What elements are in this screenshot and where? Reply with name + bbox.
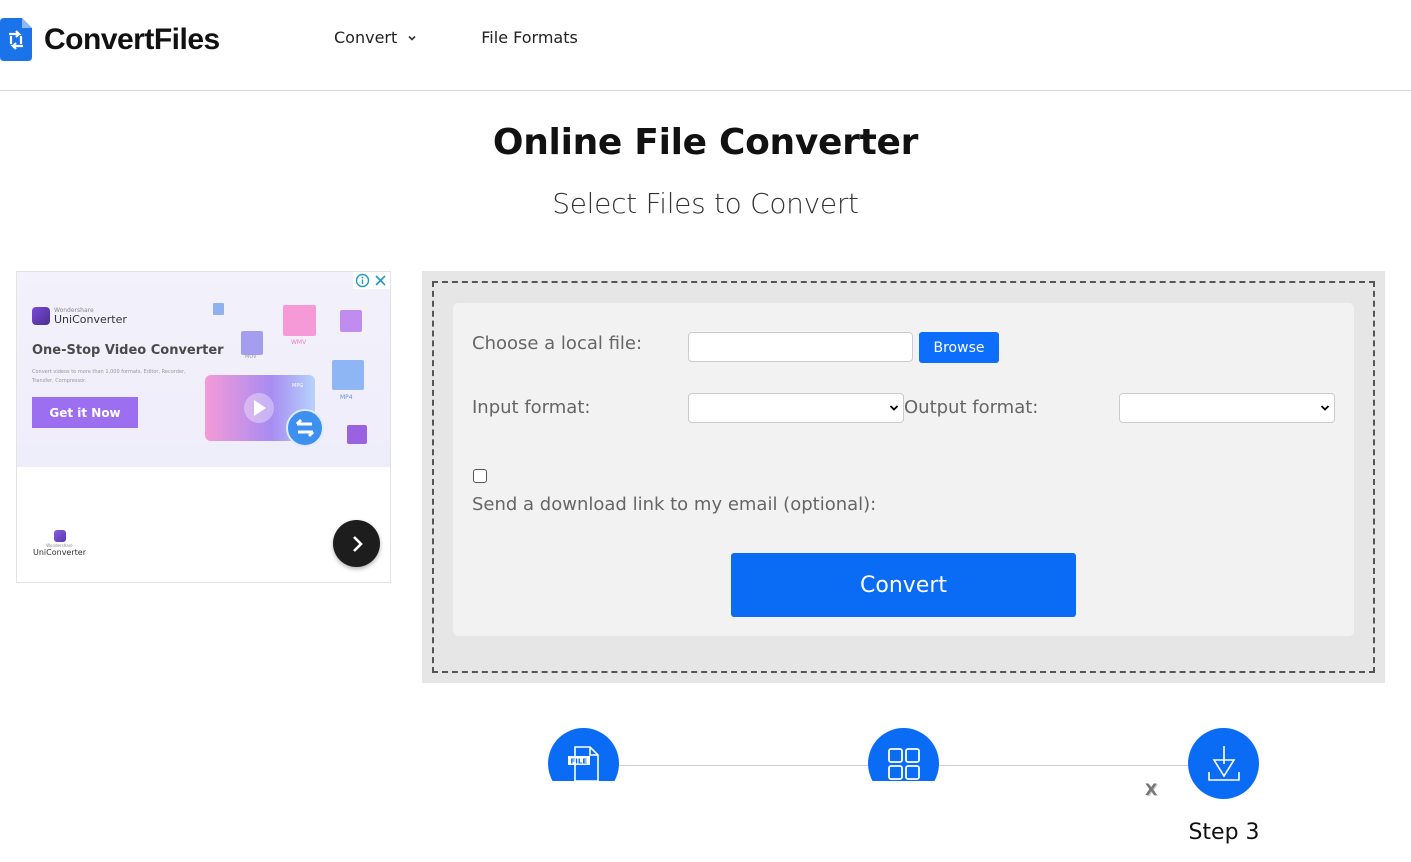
svg-text:MPG: MPG	[292, 383, 303, 389]
input-format-select[interactable]	[688, 393, 904, 423]
page-title: Online File Converter	[492, 122, 919, 163]
svg-text:MP4: MP4	[340, 394, 353, 401]
site-header: ConvertFiles Convert File Formats	[0, 0, 1411, 91]
file-path-input[interactable]	[688, 332, 913, 362]
main-nav: Convert File Formats	[334, 28, 578, 47]
logo-icon	[0, 18, 32, 61]
nav-file-formats[interactable]: File Formats	[481, 28, 578, 47]
wav-file-icon	[340, 310, 362, 332]
ad-banner[interactable]: Wondershare UniConverter One-Stop Video …	[16, 271, 391, 583]
input-format-label: Input format:	[472, 397, 591, 418]
step-3	[1188, 728, 1259, 799]
convert-arrows-icon	[286, 409, 324, 447]
svg-text:WMV: WMV	[291, 339, 307, 346]
output-format-label: Output format:	[904, 397, 1039, 418]
ad-creative[interactable]: Wondershare UniConverter One-Stop Video …	[17, 272, 390, 467]
chevron-down-icon	[408, 35, 416, 41]
chevron-down-icon	[889, 405, 899, 411]
ad-illustration: MOV WMV MP4 MPG	[205, 303, 367, 447]
ad-headline: One-Stop Video Converter	[32, 343, 224, 358]
mov-file-icon	[241, 331, 263, 355]
mp4-file-icon	[332, 360, 364, 390]
chevron-down-icon	[1320, 405, 1330, 411]
download-icon	[1207, 745, 1240, 781]
nav-file-formats-label: File Formats	[481, 28, 578, 47]
svg-text:MOV: MOV	[245, 354, 257, 360]
close-overlay-button[interactable]: X	[1145, 780, 1157, 799]
file-label: Choose a local file:	[472, 333, 643, 354]
page-subtitle: Select Files to Convert	[552, 187, 859, 220]
nav-convert-label: Convert	[334, 28, 398, 47]
ad-next-button[interactable]	[333, 520, 380, 567]
uniconverter-small-icon	[53, 530, 66, 542]
output-format-select[interactable]	[1119, 393, 1335, 423]
ad-description: Convert videos to more than 1,000 format…	[32, 369, 186, 384]
svg-text:FILE: FILE	[570, 757, 587, 765]
ad-info-icon[interactable]	[355, 273, 370, 288]
swf-file-icon	[347, 425, 367, 444]
nav-convert[interactable]: Convert	[334, 28, 417, 47]
browse-button[interactable]: Browse	[919, 332, 999, 363]
chevron-right-icon	[352, 535, 363, 552]
ad-footer-logo: Wondershare UniConverter	[33, 530, 86, 557]
email-link-label: Send a download link to my email (option…	[472, 494, 877, 515]
email-link-checkbox[interactable]	[473, 469, 487, 483]
uniconverter-icon	[32, 307, 50, 325]
logo-text: ConvertFiles	[44, 22, 220, 56]
step-3-label: Step 3	[1188, 820, 1260, 845]
converter-form: Choose a local file: Browse Input format…	[453, 303, 1354, 636]
file-icon: FILE	[567, 745, 599, 781]
ad-controls	[353, 272, 390, 289]
file-tile-icon	[213, 303, 224, 315]
ad-brand: Wondershare UniConverter	[32, 307, 127, 325]
step-1: FILE	[548, 728, 619, 781]
wmv-file-icon	[283, 305, 316, 336]
site-logo[interactable]: ConvertFiles	[0, 18, 220, 61]
ad-brand-name: UniConverter	[54, 312, 127, 326]
convert-button[interactable]: Convert	[731, 553, 1076, 617]
step-2	[868, 728, 939, 781]
converter-dropzone[interactable]: Choose a local file: Browse Input format…	[422, 271, 1385, 683]
grid-icon	[887, 747, 920, 780]
ad-close-icon[interactable]	[373, 273, 388, 288]
ad-get-it-now-button[interactable]: Get it Now	[32, 397, 138, 428]
ad-footer-name: UniConverter	[33, 548, 86, 557]
